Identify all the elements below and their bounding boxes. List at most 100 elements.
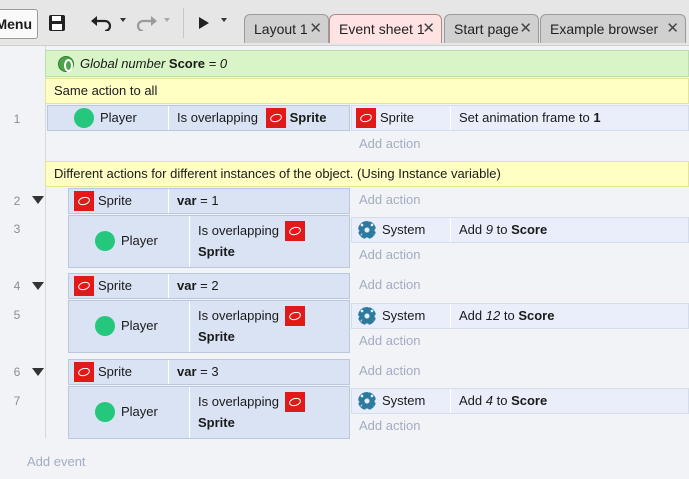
event-number: 5 bbox=[13, 308, 21, 322]
condition-block[interactable]: Player Is overlapping Sprite bbox=[47, 105, 350, 131]
sprite-icon bbox=[265, 107, 286, 128]
action-object[interactable]: Sprite bbox=[352, 106, 450, 130]
close-icon[interactable]: ✕ bbox=[666, 15, 679, 43]
action-row[interactable]: System Add 12 to Score bbox=[351, 303, 689, 329]
action-text[interactable]: Add 4 to Score bbox=[450, 389, 689, 413]
tab-layout-1[interactable]: Layout 1 ✕ bbox=[244, 14, 329, 43]
toolbar: Menu Layout 1 ✕ Event sheet 1 ✕ Start pa… bbox=[0, 0, 689, 46]
sprite-icon bbox=[74, 361, 94, 382]
event-sheet: Global number Score = 0 Same action to a… bbox=[0, 46, 689, 479]
close-icon[interactable]: ✕ bbox=[422, 15, 435, 43]
undo-icon[interactable] bbox=[89, 12, 113, 34]
player-icon bbox=[95, 230, 115, 251]
tab-event-sheet-1[interactable]: Event sheet 1 ✕ bbox=[329, 14, 442, 43]
condition-text[interactable]: Is overlapping Sprite bbox=[190, 216, 351, 267]
action-object[interactable]: System bbox=[352, 218, 450, 242]
gear-icon bbox=[358, 391, 376, 410]
redo-dropdown-icon[interactable] bbox=[164, 18, 170, 22]
action-row[interactable]: Sprite Set animation frame to 1 bbox=[351, 105, 689, 131]
condition-label: Is overlapping bbox=[198, 394, 279, 409]
condition-object[interactable]: Sprite bbox=[69, 274, 169, 298]
global-variable-prefix: Global number bbox=[80, 56, 166, 71]
object-name: Player bbox=[121, 233, 158, 248]
condition-object[interactable]: Player bbox=[69, 216, 190, 267]
action-text[interactable]: Set animation frame to 1 bbox=[450, 106, 689, 130]
condition-object[interactable]: Player bbox=[69, 301, 190, 352]
condition-block[interactable]: Player Is overlapping Sprite bbox=[68, 386, 350, 439]
add-action-link[interactable]: Add action bbox=[351, 414, 420, 438]
condition-object[interactable]: Player bbox=[69, 387, 190, 438]
save-icon[interactable] bbox=[47, 12, 67, 34]
action-target: Score bbox=[518, 308, 555, 323]
redo-icon[interactable] bbox=[135, 12, 159, 34]
add-event-link[interactable]: Add event bbox=[27, 454, 86, 469]
add-action-link[interactable]: Add action bbox=[351, 188, 420, 212]
sprite-icon bbox=[356, 107, 376, 128]
action-label: Add bbox=[459, 393, 483, 408]
object-name: Player bbox=[100, 110, 137, 125]
global-variable-value: = 0 bbox=[208, 56, 228, 71]
action-row[interactable]: System Add 9 to Score bbox=[351, 217, 689, 243]
undo-dropdown-icon[interactable] bbox=[120, 18, 126, 22]
object-name: System bbox=[382, 222, 426, 237]
condition-block[interactable]: Sprite var = 3 bbox=[68, 359, 350, 385]
object-name: Player bbox=[121, 318, 158, 333]
global-variable-row[interactable]: Global number Score = 0 bbox=[45, 50, 689, 77]
event-number: 7 bbox=[13, 394, 21, 408]
action-label: Add bbox=[459, 222, 483, 237]
action-row[interactable]: System Add 4 to Score bbox=[351, 388, 689, 414]
action-text[interactable]: Add 9 to Score bbox=[450, 218, 689, 242]
collapse-arrow-icon[interactable] bbox=[32, 196, 44, 204]
add-action-link[interactable]: Add action bbox=[351, 243, 420, 267]
condition-text[interactable]: Is overlapping Sprite bbox=[190, 387, 351, 438]
player-icon bbox=[95, 401, 115, 422]
close-icon[interactable]: ✕ bbox=[309, 15, 322, 43]
play-icon[interactable] bbox=[196, 12, 212, 34]
condition-block[interactable]: Player Is overlapping Sprite bbox=[68, 300, 350, 353]
action-object[interactable]: System bbox=[352, 304, 450, 328]
tab-start-page[interactable]: Start page ✕ bbox=[444, 14, 539, 43]
menu-button[interactable]: Menu bbox=[0, 9, 38, 39]
instance-variable-name: var bbox=[177, 278, 197, 293]
condition-object[interactable]: Player bbox=[48, 106, 169, 130]
sprite-icon bbox=[74, 275, 94, 296]
event-number: 2 bbox=[13, 194, 21, 208]
action-text[interactable]: Add 12 to Score bbox=[450, 304, 689, 328]
action-object[interactable]: System bbox=[352, 389, 450, 413]
condition-object[interactable]: Sprite bbox=[69, 189, 169, 213]
condition-text[interactable]: Is overlapping Sprite bbox=[169, 106, 351, 130]
condition-text[interactable]: var = 1 bbox=[169, 189, 351, 213]
condition-block[interactable]: Sprite var = 1 bbox=[68, 188, 350, 214]
condition-block[interactable]: Sprite var = 2 bbox=[68, 273, 350, 299]
play-dropdown-icon[interactable] bbox=[221, 18, 227, 22]
global-variable-name: Score bbox=[168, 56, 206, 71]
close-icon[interactable]: ✕ bbox=[519, 15, 532, 43]
tab-example-browser[interactable]: Example browser ✕ bbox=[540, 14, 686, 43]
add-action-link[interactable]: Add action bbox=[351, 329, 420, 353]
tab-label: Layout 1 bbox=[254, 21, 308, 37]
action-label: to bbox=[496, 393, 508, 408]
collapse-arrow-icon[interactable] bbox=[32, 368, 44, 376]
add-action-link[interactable]: Add action bbox=[351, 359, 420, 383]
sprite-icon bbox=[74, 190, 94, 211]
comment-row[interactable]: Same action to all bbox=[45, 78, 689, 104]
condition-object[interactable]: Sprite bbox=[69, 360, 169, 384]
event-number: 1 bbox=[13, 112, 21, 126]
object-name: Sprite bbox=[380, 110, 414, 125]
gear-icon bbox=[358, 306, 376, 325]
instance-variable-compare: = 3 bbox=[200, 364, 219, 379]
object-name: Sprite bbox=[98, 364, 132, 379]
player-icon bbox=[74, 107, 94, 128]
condition-text[interactable]: var = 3 bbox=[169, 360, 351, 384]
event-sheet-guide-line bbox=[45, 46, 46, 438]
action-label: to bbox=[503, 308, 515, 323]
instance-variable-name: var bbox=[177, 193, 197, 208]
collapse-arrow-icon[interactable] bbox=[32, 282, 44, 290]
comment-row[interactable]: Different actions for different instance… bbox=[45, 161, 689, 187]
condition-text[interactable]: var = 2 bbox=[169, 274, 351, 298]
add-action-link[interactable]: Add action bbox=[351, 132, 420, 156]
add-action-link[interactable]: Add action bbox=[351, 273, 420, 297]
toolbar-divider bbox=[183, 8, 184, 38]
condition-block[interactable]: Player Is overlapping Sprite bbox=[68, 215, 350, 268]
condition-text[interactable]: Is overlapping Sprite bbox=[190, 301, 351, 352]
